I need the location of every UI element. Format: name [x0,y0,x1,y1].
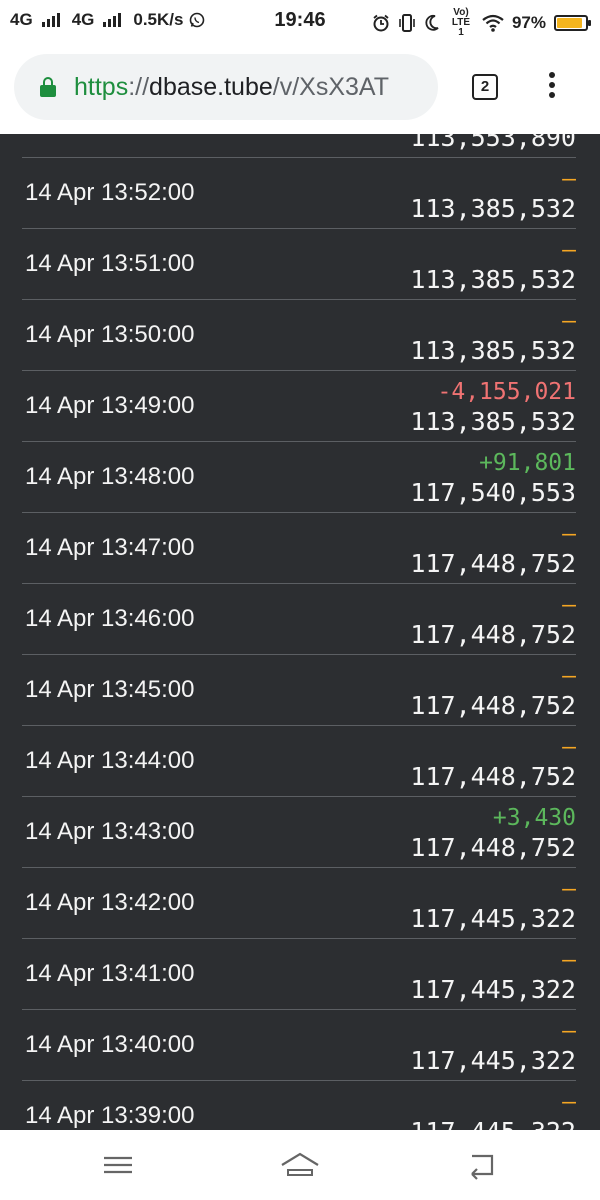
list-item: 14 Apr 13:44:00 –117,448,752 [22,726,576,797]
list-item: 14 Apr 13:43:00 +3,430 117,448,752 [22,797,576,868]
total-value: 117,448,752 [410,833,576,862]
total-value: 117,448,752 [410,762,576,791]
timestamp: 14 Apr 13:43:00 [25,818,195,845]
timestamp: 14 Apr 13:48:00 [25,463,195,490]
moon-icon [425,14,439,31]
history-rows: 113,553,890 14 Apr 13:52:00–113,385,532 14… [0,134,600,1130]
list-item: 14 Apr 13:47:00 –117,448,752 [22,513,576,584]
url-scheme: https [74,72,129,101]
change-value: +91,801 [479,450,576,476]
list-item: 14 Apr 13:39:00 – 117,445,322 [22,1081,576,1130]
vibrate-icon [399,14,415,32]
list-item: 14 Apr 13:52:00 –113,385,532 [22,158,576,229]
list-item: 14 Apr 13:49:00 -4,155,021 113,385,532 [22,371,576,442]
url-path: /v/XsX3AT [272,72,390,101]
url-text[interactable]: https://dbase.tube/v/XsX3AT [74,73,419,102]
lock-icon [40,77,56,97]
total-value: 113,553,890 [410,134,576,152]
home-icon[interactable] [280,1148,320,1182]
status-right: Vo) LTE 1 97% [372,7,591,38]
total-value: 117,445,322 [410,975,576,1004]
history-list[interactable]: 113,553,890 14 Apr 13:52:00–113,385,532 14… [0,134,600,1130]
timestamp: 14 Apr 13:51:00 [25,250,195,277]
timestamp: 14 Apr 13:50:00 [25,321,195,348]
timestamp: 14 Apr 13:47:00 [25,534,195,561]
change-value: – [562,1018,576,1044]
timestamp: 14 Apr 13:46:00 [25,605,195,632]
list-item: 14 Apr 13:40:00 –117,445,322 [22,1010,576,1081]
timestamp: 14 Apr 13:45:00 [25,676,195,703]
list-item: 14 Apr 13:50:00 –113,385,532 [22,300,576,371]
list-item: 14 Apr 13:45:00 –117,448,752 [22,655,576,726]
list-item: 14 Apr 13:48:00 +91,801 117,540,553 [22,442,576,513]
list-item: 113,553,890 [22,134,576,158]
change-value: -4,155,021 [437,379,576,405]
change-value: – [562,947,576,973]
timestamp: 14 Apr 13:44:00 [25,747,195,774]
change-value: – [562,876,576,902]
timestamp: 14 Apr 13:39:00 [25,1102,195,1129]
menu-icon[interactable] [98,1148,138,1182]
change-value: – [562,521,576,547]
timestamp: 14 Apr 13:42:00 [25,889,195,916]
total-value: 113,385,532 [410,265,576,294]
url-separator: :// [128,72,150,101]
list-item: 14 Apr 13:41:00 –117,445,322 [22,939,576,1010]
total-value: 113,385,532 [410,194,576,223]
total-value: 117,445,322 [410,1117,576,1130]
change-value: – [562,166,576,192]
change-value: – [562,663,576,689]
volte-indicator: Vo) LTE 1 [451,7,471,38]
url-bar[interactable]: https://dbase.tube/v/XsX3AT [14,54,438,120]
total-value: 117,445,322 [410,904,576,933]
timestamp: 14 Apr 13:40:00 [25,1031,195,1058]
change-value: – [562,237,576,263]
back-icon[interactable] [462,1148,502,1182]
change-value: – [562,592,576,618]
timestamp: 14 Apr 13:49:00 [25,392,195,419]
timestamp: 14 Apr 13:41:00 [25,960,195,987]
total-value: 117,448,752 [410,691,576,720]
total-value: 117,445,322 [410,1046,576,1075]
change-value: – [562,734,576,760]
wifi-icon [482,14,504,32]
timestamp: 14 Apr 13:52:00 [25,179,195,206]
list-item: 14 Apr 13:42:00 –117,445,322 [22,868,576,939]
total-value: 113,385,532 [410,407,576,436]
total-value: 117,448,752 [410,620,576,649]
change-value: – [562,1089,576,1115]
total-value: 117,448,752 [410,549,576,578]
list-item: 14 Apr 13:46:00 –117,448,752 [22,584,576,655]
battery-percent: 97% [511,13,546,32]
tab-switcher-button[interactable]: 2 [472,74,498,100]
change-value: – [562,308,576,334]
url-host: dbase.tube [149,72,273,101]
change-value: +3,430 [492,805,576,831]
alarm-icon [373,14,389,32]
system-nav-bar [0,1130,600,1200]
browser-toolbar: https://dbase.tube/v/XsX3AT 2 [0,44,600,134]
total-value: 113,385,532 [410,336,576,365]
status-bar: 4G 4G 0.5K/s 19:46 Vo) LTE 1 97% [0,0,600,44]
list-item: 14 Apr 13:51:00 –113,385,532 [22,229,576,300]
battery-fill [557,18,582,28]
overflow-menu-icon[interactable] [544,72,560,104]
battery-icon [554,15,591,31]
total-value: 117,540,553 [410,478,576,507]
